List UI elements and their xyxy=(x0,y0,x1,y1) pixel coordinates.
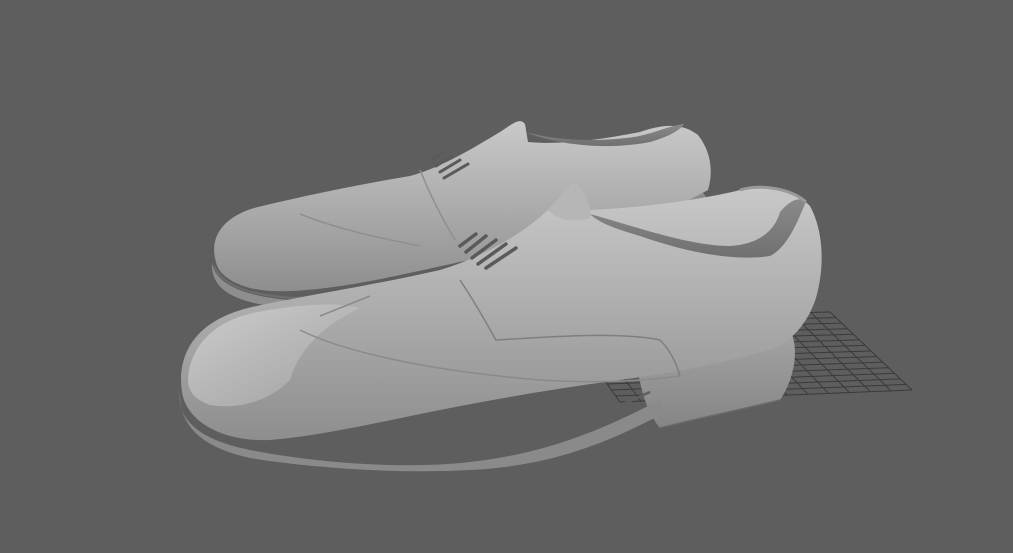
grid-line xyxy=(791,312,871,393)
grid-line xyxy=(829,311,913,391)
grid-line xyxy=(810,312,892,392)
3d-viewport[interactable] xyxy=(0,0,1013,553)
viewport-canvas[interactable] xyxy=(0,0,1013,553)
